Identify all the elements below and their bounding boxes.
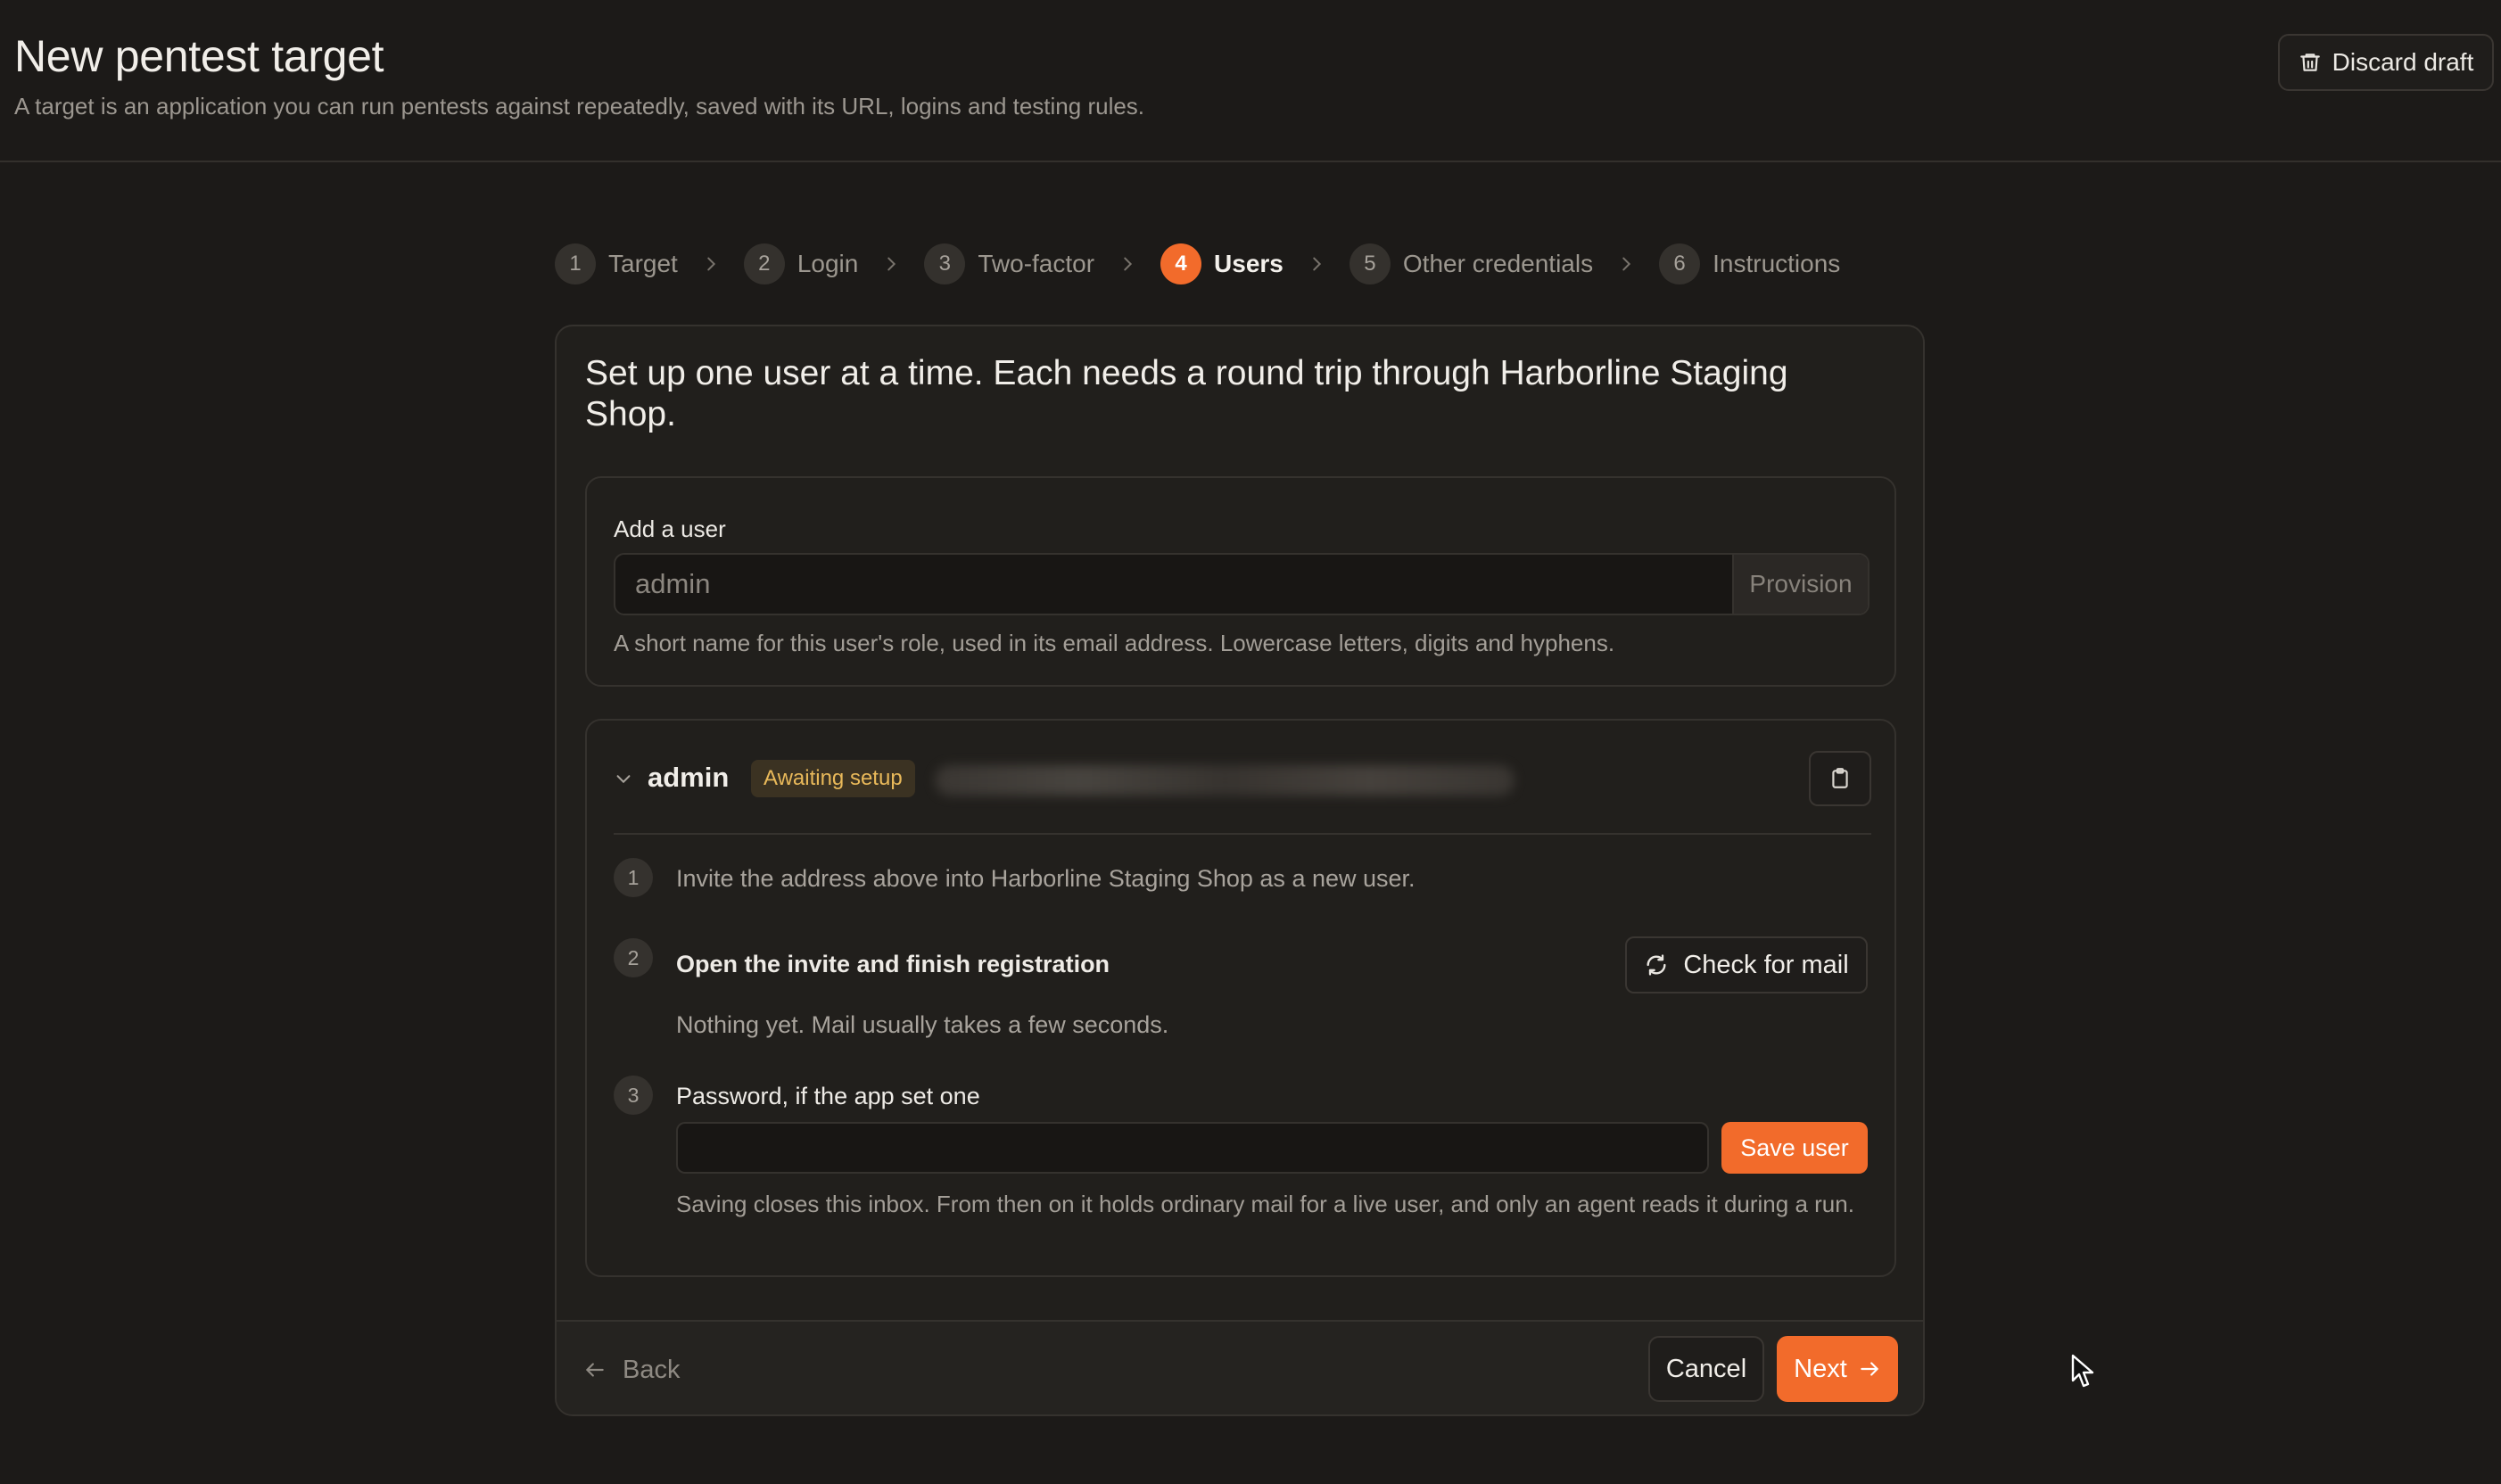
chevron-right-icon [1307,254,1326,274]
back-button[interactable]: Back [583,1352,680,1388]
users-step-card: Set up one user at a time. Each needs a … [555,325,1925,1416]
user-panel-header[interactable]: admin Awaiting setup [614,751,1871,806]
add-user-panel: Add a user Provision A short name for th… [585,476,1896,687]
step-number: 1 [555,243,596,284]
step-number: 2 [743,243,785,284]
password-input[interactable] [676,1122,1709,1174]
check-for-mail-button[interactable]: Check for mail [1625,936,1868,993]
step-login[interactable]: 2 Login [743,243,859,284]
save-help-text: Saving closes this inbox. From then on i… [676,1191,1854,1217]
card-footer: Back Cancel Next [557,1320,1923,1414]
step-instructions[interactable]: 6 Instructions [1659,243,1840,284]
step-number: 4 [1160,243,1202,284]
page-subtitle: A target is an application you can run p… [14,93,1145,120]
chevron-right-icon [881,254,901,274]
step-other-credentials[interactable]: 5 Other credentials [1349,243,1594,284]
user-panel-admin: admin Awaiting setup 1 Invite the addres… [585,719,1896,1277]
page-title: New pentest target [14,31,384,81]
check-for-mail-label: Check for mail [1683,950,1849,979]
sub-step-number: 1 [614,858,653,897]
user-name: admin [648,762,730,793]
step-label: Instructions [1713,250,1841,277]
discard-draft-button[interactable]: Discard draft [2278,34,2494,91]
add-user-label: Add a user [614,515,726,542]
registration-step-title: Open the invite and finish registration [676,951,1110,977]
step-label: Login [797,250,859,277]
step-number: 3 [924,243,966,284]
step-label: Other credentials [1402,250,1594,277]
copy-email-button[interactable] [1809,751,1871,806]
refresh-icon [1647,954,1666,976]
card-heading: Set up one user at a time. Each needs a … [585,354,1788,433]
step-label: Two-factor [978,250,1095,277]
divider [614,833,1871,835]
add-user-help-text: A short name for this user's role, used … [614,630,1615,656]
chevron-right-icon [1118,254,1137,274]
step-label: Users [1214,250,1284,277]
step-target[interactable]: 1 Target [555,243,678,284]
save-user-button[interactable]: Save user [1721,1122,1868,1174]
arrow-right-icon [1861,1362,1878,1376]
step-label: Target [608,250,678,277]
add-user-input-group: Provision [614,553,1870,615]
wizard-stepper: 1 Target 2 Login 3 Two-factor 4 Users 5 … [555,241,1840,287]
cancel-button[interactable]: Cancel [1648,1336,1764,1402]
arrow-left-icon [586,1363,604,1377]
step-number: 6 [1659,243,1701,284]
discard-draft-label: Discard draft [2332,48,2474,76]
next-button[interactable]: Next [1777,1336,1898,1402]
password-label: Password, if the app set one [676,1083,980,1109]
step-users[interactable]: 4 Users [1160,243,1284,284]
step-number: 5 [1349,243,1391,284]
redacted-email-address [935,765,1515,796]
mouse-cursor-icon [2071,1354,2094,1388]
step-two-factor[interactable]: 3 Two-factor [924,243,1094,284]
trash-icon [2299,54,2320,71]
chevron-right-icon [1616,254,1636,274]
page-header: New pentest target A target is an applic… [0,0,2501,162]
sub-step-number: 3 [614,1076,653,1115]
user-role-input[interactable] [615,555,1730,614]
chevron-down-icon[interactable] [614,769,633,788]
status-badge: Awaiting setup [751,760,915,797]
invite-instruction: Invite the address above into Harborline… [676,865,1416,892]
provision-button[interactable]: Provision [1732,555,1868,614]
chevron-right-icon [701,254,721,274]
back-label: Back [623,1355,681,1384]
sub-step-number: 2 [614,938,653,977]
mail-status-text: Nothing yet. Mail usually takes a few se… [676,1011,1169,1038]
clipboard-icon [1832,768,1848,788]
next-label: Next [1794,1354,1847,1383]
